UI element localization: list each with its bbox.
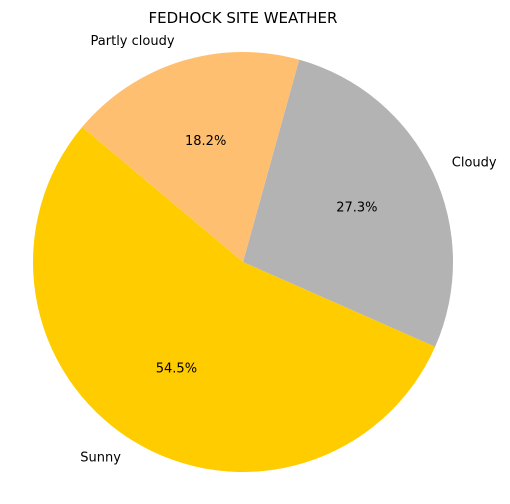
pie-slices (33, 52, 453, 473)
percent-label-partly-cloudy: 18.2% (185, 134, 226, 149)
slice-label-partly-cloudy: Partly cloudy (91, 34, 175, 49)
slice-label-sunny: Sunny (80, 451, 121, 466)
slice-label-cloudy: Cloudy (452, 156, 497, 171)
pie-chart: FEDHOCK SITE WEATHER Sunny 54.5% Cloudy 27.… (33, 9, 497, 473)
chart-title: FEDHOCK SITE WEATHER (149, 9, 338, 27)
percent-label-cloudy: 27.3% (336, 201, 377, 216)
percent-label-sunny: 54.5% (156, 361, 197, 376)
